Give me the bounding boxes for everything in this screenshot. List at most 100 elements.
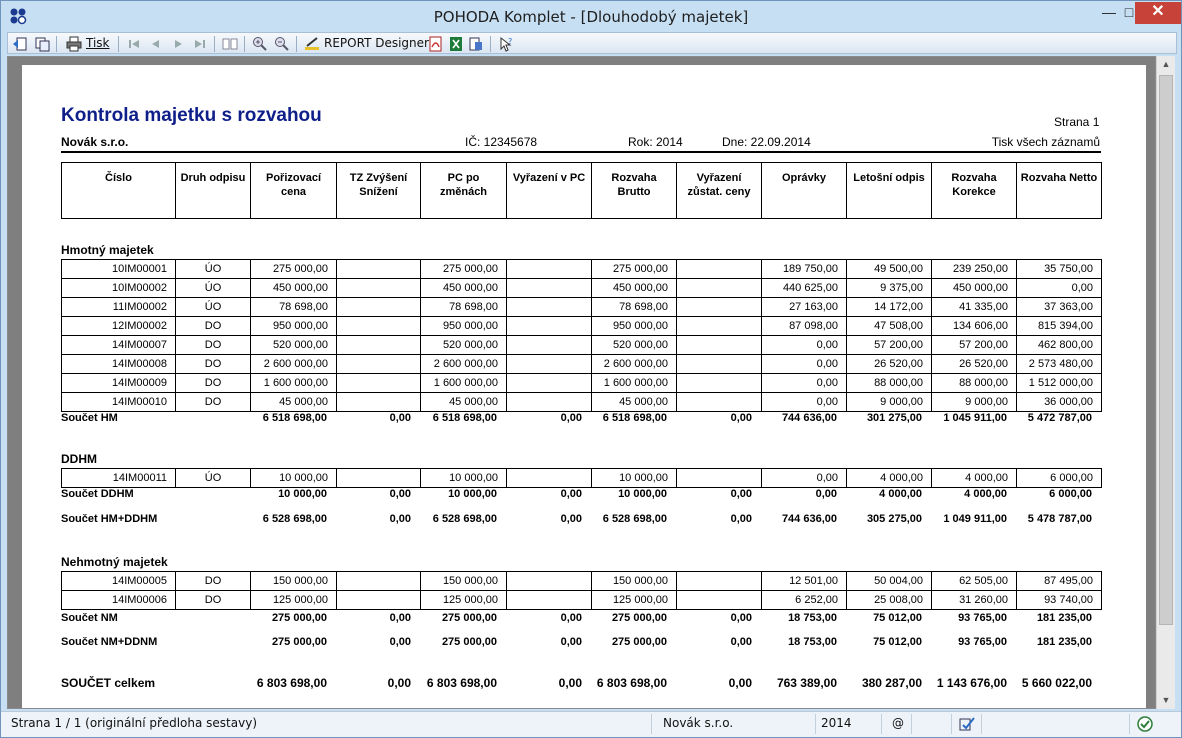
table-cell: 4 000,00 (931, 468, 1017, 488)
table-cell: 440 625,00 (761, 278, 847, 298)
table-cell: 150 000,00 (591, 571, 677, 591)
table-cell: 150 000,00 (250, 571, 337, 591)
export-icon[interactable] (468, 36, 484, 52)
excel-icon[interactable] (448, 36, 464, 52)
help-icon[interactable]: ? (498, 36, 514, 52)
zoom-in-icon[interactable] (252, 36, 268, 52)
scroll-up-button[interactable]: ▲ (1157, 56, 1175, 73)
table-cell: 88 000,00 (846, 373, 932, 393)
status-year: 2014 (821, 716, 852, 730)
section-title: Hmotný majetek (61, 243, 154, 257)
table-cell: 2 600 000,00 (591, 354, 677, 374)
print-button[interactable]: Tisk (86, 36, 110, 52)
table-cell: 14IM00010 (61, 392, 176, 412)
table-row: 14IM00009 DO 1 600 000,00 1 600 000,00 1 600… (61, 373, 1102, 393)
report-designer-button[interactable]: REPORT Designer (324, 36, 429, 52)
table-cell (336, 316, 421, 336)
table-cell (676, 392, 762, 412)
report-designer-icon[interactable] (304, 36, 320, 52)
table-row: 10IM00001 ÚO 275 000,00 275 000,00 275 000,0… (61, 259, 1102, 279)
table-cell (336, 468, 421, 488)
page-number: Strana 1 (1054, 115, 1100, 129)
next-page-icon[interactable] (170, 36, 186, 52)
status-page-info: Strana 1 / 1 (originální předloha sestav… (11, 716, 257, 730)
table-cell: 14IM00007 (61, 335, 176, 355)
table-cell: 1 512 000,00 (1016, 373, 1102, 393)
table-cell: 12 501,00 (761, 571, 847, 591)
ok-icon (1137, 716, 1153, 732)
print-icon[interactable] (66, 36, 82, 52)
table-cell: 450 000,00 (591, 278, 677, 298)
table-cell: 125 000,00 (250, 590, 337, 610)
table-row: 14IM00007 DO 520 000,00 520 000,00 520 000,0… (61, 335, 1102, 355)
status-divider (981, 714, 982, 734)
table-cell (676, 278, 762, 298)
table-cell: 12IM00002 (61, 316, 176, 336)
header-rule (61, 151, 1101, 153)
close-button[interactable]: ✕ (1135, 2, 1181, 24)
status-divider (881, 714, 882, 734)
toolbar-separator (118, 36, 119, 52)
prev-page-icon[interactable] (148, 36, 164, 52)
table-cell (506, 392, 592, 412)
table-cell (506, 373, 592, 393)
sum-label: SOUČET celkem (61, 676, 156, 690)
table-cell: 78 698,00 (250, 297, 337, 317)
table-cell: 450 000,00 (931, 278, 1017, 298)
toolbar: Tisk REPORT Designer ? (7, 32, 1177, 54)
table-cell: 45 000,00 (250, 392, 337, 412)
table-cell: 134 606,00 (931, 316, 1017, 336)
table-cell: DO (175, 571, 251, 591)
table-cell: 275 000,00 (250, 259, 337, 279)
table-cell: ÚO (175, 259, 251, 279)
table-cell: 26 520,00 (931, 354, 1017, 374)
section-title: DDHM (61, 452, 97, 466)
table-cell: 520 000,00 (420, 335, 507, 355)
maximize-button[interactable]: □ (1122, 2, 1136, 24)
last-page-icon[interactable] (192, 36, 208, 52)
first-page-icon[interactable] (126, 36, 142, 52)
toolbar-separator (490, 36, 491, 52)
sum-row: Součet DDHM 10 000,00 0,00 10 000,00 0,00 10 … (61, 488, 1101, 504)
table-cell: 10 000,00 (591, 468, 677, 488)
table-cell: 37 363,00 (1016, 297, 1102, 317)
table-cell: 0,00 (761, 373, 847, 393)
table-cell: 10IM00001 (61, 259, 176, 279)
table-cell: 14IM00006 (61, 590, 176, 610)
column-header-table: Číslo Druh odpisu Pořizovací cena TZ Zvýšen… (61, 162, 1102, 219)
table-cell: DO (175, 392, 251, 412)
copy-icon[interactable] (34, 36, 50, 52)
column-header: Letošní odpis (846, 162, 932, 219)
section-title: Nehmotný majetek (61, 555, 168, 569)
table-cell (676, 335, 762, 355)
table-cell (676, 571, 762, 591)
table-cell: 93 740,00 (1016, 590, 1102, 610)
check-icon[interactable] (959, 716, 975, 732)
table-cell (676, 316, 762, 336)
table-cell: 125 000,00 (591, 590, 677, 610)
table-cell (506, 590, 592, 610)
toolbar-separator (244, 36, 245, 52)
table-cell: 0,00 (761, 354, 847, 374)
toolbar-separator (214, 36, 215, 52)
table-cell: 14IM00005 (61, 571, 176, 591)
report-mode: Tisk všech záznamů (991, 135, 1100, 149)
pdf-icon[interactable] (428, 36, 444, 52)
sum-value: 181 235,00 (1036, 612, 1092, 624)
table-cell (676, 354, 762, 374)
back-icon[interactable] (12, 36, 28, 52)
column-header: Rozvaha Netto (1016, 162, 1102, 219)
asset-table: 14IM00011 ÚO 10 000,00 10 000,00 10 000,00 0,… (61, 468, 1102, 488)
scroll-thumb[interactable] (1159, 75, 1173, 625)
scroll-down-button[interactable]: ▼ (1157, 692, 1175, 709)
table-cell: 125 000,00 (420, 590, 507, 610)
column-header: Rozvaha Korekce (931, 162, 1017, 219)
table-cell: 6 252,00 (761, 590, 847, 610)
minimize-button[interactable]: — (1096, 2, 1122, 24)
table-cell: 950 000,00 (420, 316, 507, 336)
zoom-out-icon[interactable] (274, 36, 290, 52)
vertical-scrollbar[interactable]: ▲ ▼ (1156, 56, 1175, 709)
table-cell: 189 750,00 (761, 259, 847, 279)
report-title: Kontrola majetku s rozvahou (61, 105, 322, 126)
two-pages-icon[interactable] (222, 36, 238, 52)
